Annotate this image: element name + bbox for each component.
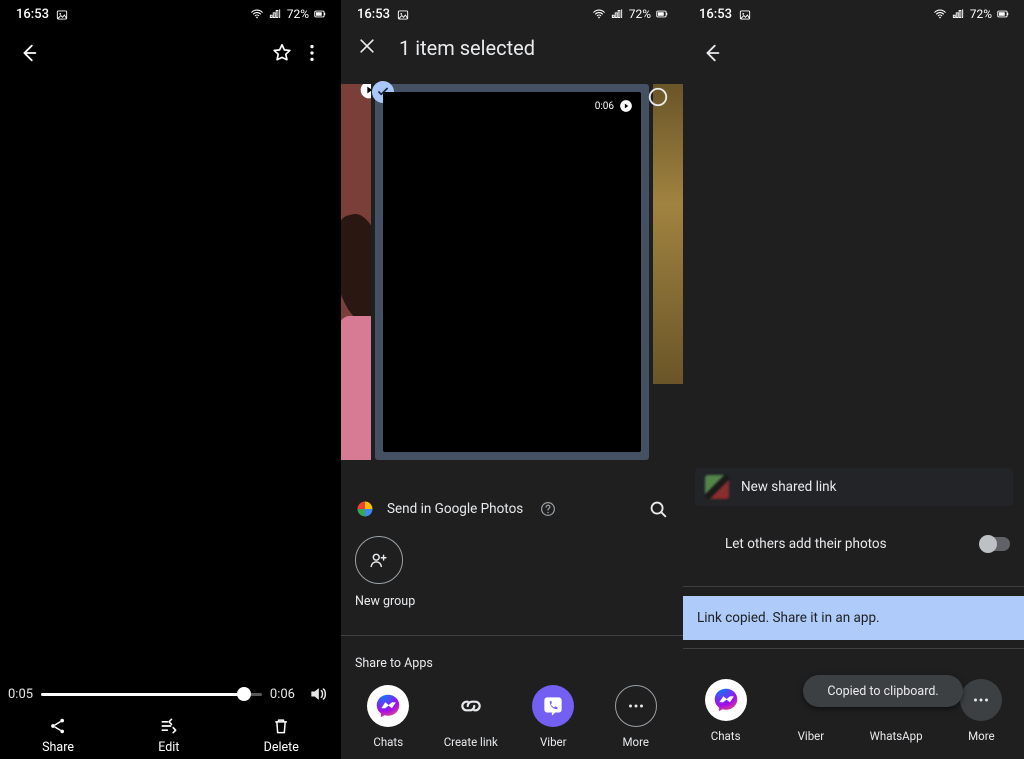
picture-icon (738, 8, 752, 22)
new-shared-link-label: New shared link (741, 479, 836, 495)
send-in-photos-button[interactable]: Send in Google Photos (387, 501, 523, 517)
app-label: Chats (373, 735, 403, 749)
close-button[interactable] (357, 36, 377, 60)
battery-percent: 72% (970, 7, 992, 21)
volume-button[interactable] (303, 679, 333, 709)
wifi-icon (933, 7, 947, 21)
signal-icon (951, 7, 965, 21)
edit-label: Edit (158, 740, 179, 755)
selection-share-screen: 16:53 72% 1 item selected 0:06 (341, 0, 683, 759)
video-scrubber-row: 0:05 0:06 (8, 679, 333, 709)
back-button[interactable] (697, 38, 727, 68)
more-horiz-icon (615, 685, 657, 727)
close-icon (357, 36, 377, 56)
share-icon (48, 716, 68, 736)
back-button[interactable] (14, 38, 44, 68)
status-time: 16:53 (16, 7, 49, 22)
wifi-icon (592, 7, 606, 21)
battery-icon (655, 7, 669, 21)
play-icon (359, 84, 371, 100)
time-current: 0:05 (8, 687, 33, 702)
video-viewer-screen: 16:53 72% 0:05 0:06 S (0, 0, 341, 759)
share-button[interactable]: Share (32, 714, 84, 757)
status-time: 16:53 (699, 7, 732, 22)
signal-icon (610, 7, 624, 21)
trash-icon (271, 716, 291, 736)
app-label: WhatsApp (870, 729, 923, 743)
thumbnail-selected[interactable]: 0:06 (375, 84, 649, 460)
app-label: Chats (711, 729, 741, 743)
search-button[interactable] (647, 498, 669, 520)
share-app-chats[interactable]: Chats (353, 685, 423, 749)
thumbnail-prev[interactable] (341, 84, 371, 460)
let-others-add-label: Let others add their photos (725, 536, 887, 552)
app-label: Viber (798, 729, 825, 743)
share-app-create-link[interactable]: Create link (436, 685, 506, 749)
battery-percent: 72% (629, 7, 651, 21)
app-label: Create link (444, 735, 498, 749)
messenger-icon (705, 679, 747, 721)
copied-toast: Copied to clipboard. (803, 675, 963, 707)
signal-icon (268, 7, 282, 21)
share-sheet: Send in Google Photos New group Share to… (341, 482, 683, 759)
status-bar: 16:53 72% (683, 0, 1024, 28)
favorite-button[interactable] (267, 38, 297, 68)
new-group-label: New group (355, 594, 669, 609)
app-label: Viber (540, 735, 567, 749)
new-shared-link-card[interactable]: New shared link (695, 468, 1013, 506)
status-time: 16:53 (357, 7, 390, 22)
video-scrubber[interactable] (41, 684, 262, 704)
people-plus-icon (368, 549, 390, 571)
video-duration: 0:06 (595, 101, 614, 112)
sliders-icon (159, 716, 179, 736)
more-vert-icon (301, 42, 323, 64)
more-horiz-icon (960, 679, 1002, 721)
new-group-button[interactable] (355, 536, 403, 584)
battery-percent: 72% (287, 7, 309, 21)
wifi-icon (250, 7, 264, 21)
divider (683, 648, 1024, 649)
play-icon (619, 99, 633, 113)
media-grid: 0:06 (341, 84, 683, 464)
edit-button[interactable]: Edit (148, 714, 189, 757)
link-icon (450, 685, 492, 727)
share-app-more[interactable]: More (601, 685, 671, 749)
battery-icon (996, 7, 1010, 21)
volume-icon (308, 684, 328, 704)
google-photos-icon (355, 499, 375, 519)
app-label: More (623, 735, 650, 749)
divider (683, 586, 1024, 587)
delete-button[interactable]: Delete (254, 714, 309, 757)
let-others-add-toggle[interactable] (980, 537, 1010, 551)
battery-icon (313, 7, 327, 21)
picture-icon (55, 8, 69, 22)
link-copied-banner: Link copied. Share it in an app. (683, 596, 1024, 640)
picture-icon (396, 8, 410, 22)
unselected-circle-icon (647, 86, 669, 108)
arrow-left-icon (701, 42, 723, 64)
status-bar: 16:53 72% (0, 0, 341, 28)
thumbnail-next[interactable] (653, 84, 683, 384)
star-icon (271, 42, 293, 64)
share-to-apps-title: Share to Apps (341, 642, 683, 683)
share-app-chats[interactable]: Chats (691, 679, 761, 743)
divider (341, 635, 683, 636)
help-icon[interactable] (539, 500, 557, 518)
messenger-icon (367, 685, 409, 727)
app-label: More (968, 729, 995, 743)
status-bar: 16:53 72% (341, 0, 683, 28)
share-link-screen: 16:53 72% New shared link Let others add… (683, 0, 1024, 759)
link-thumbnail (705, 475, 729, 499)
share-app-viber[interactable]: Viber (518, 685, 588, 749)
delete-label: Delete (264, 740, 299, 755)
arrow-left-icon (18, 42, 40, 64)
time-total: 0:06 (270, 687, 295, 702)
share-label: Share (42, 740, 74, 755)
viber-icon (532, 685, 574, 727)
selection-title: 1 item selected (399, 36, 535, 60)
overflow-button[interactable] (297, 38, 327, 68)
